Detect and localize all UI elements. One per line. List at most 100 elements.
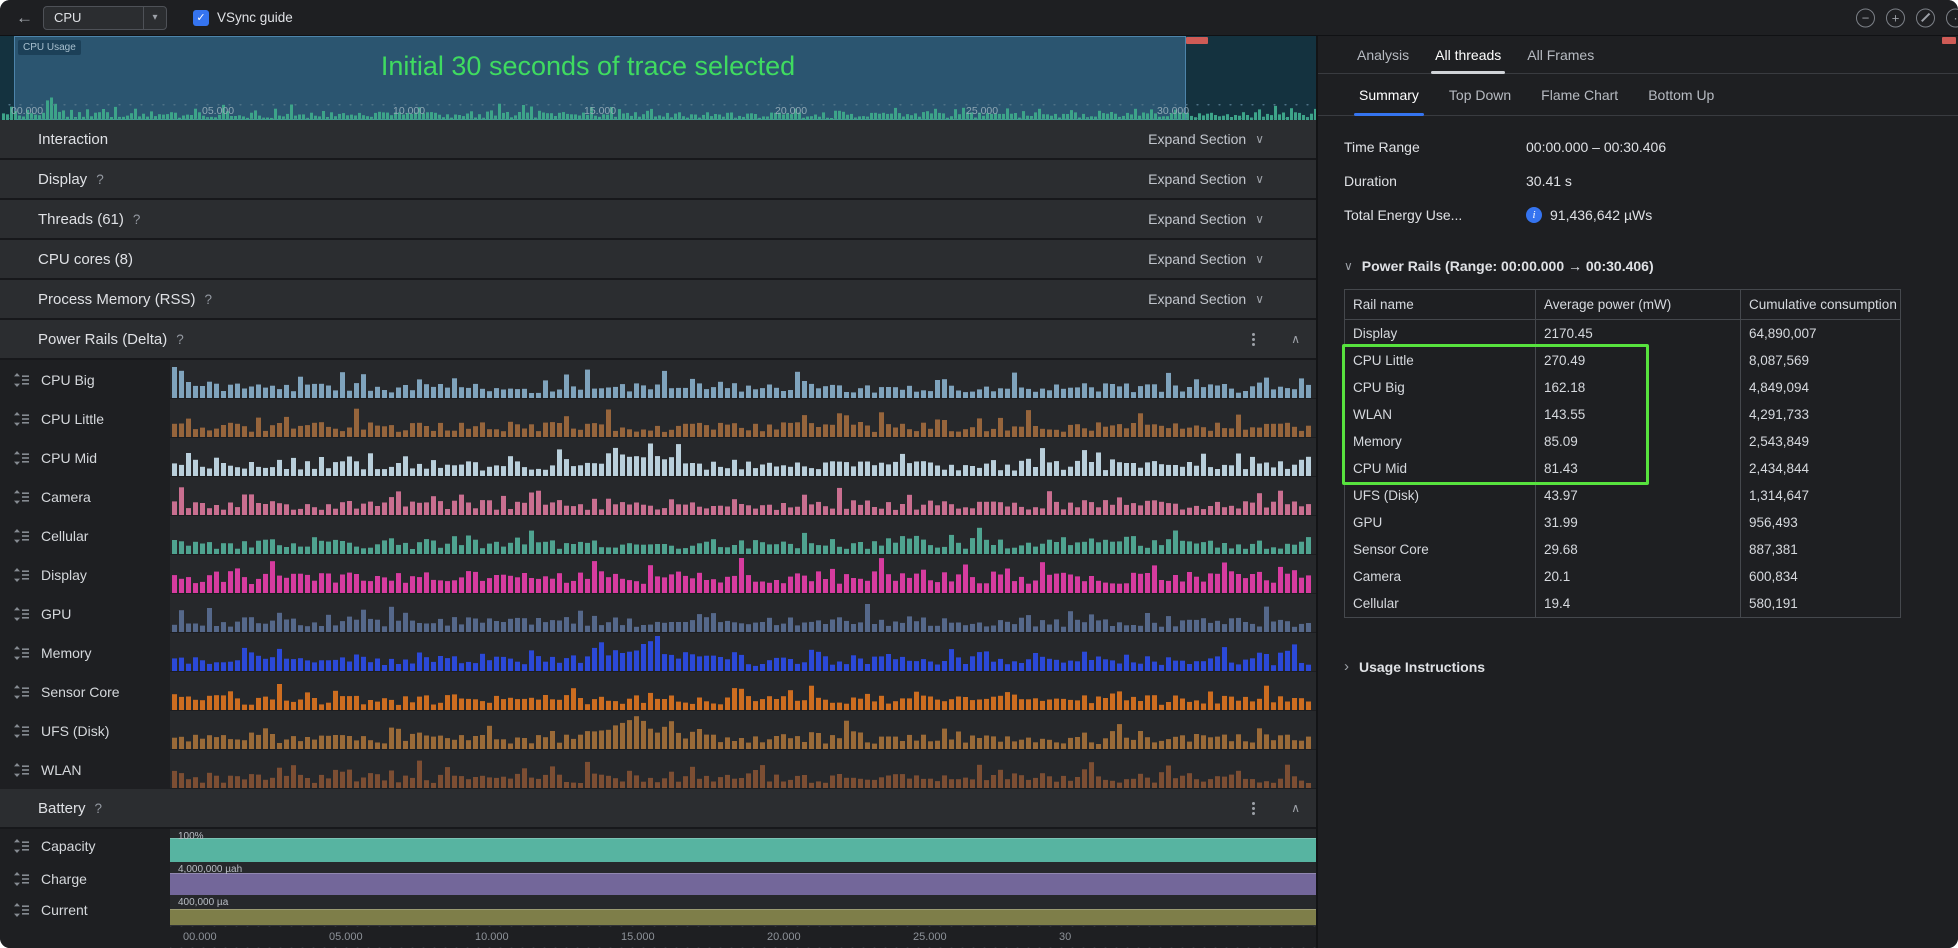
power-rails-range-header[interactable]: ∨ Power Rails (Range: 00:00.000 → 00:30.… (1344, 258, 1958, 274)
section-power-rails-delta[interactable]: Power Rails (Delta) ? ∧ (0, 320, 1316, 360)
info-icon[interactable]: i (1526, 207, 1542, 223)
kebab-menu-icon[interactable] (1252, 807, 1255, 810)
track-label-cell[interactable]: CPU Big (0, 360, 170, 399)
checkbox-checked-icon[interactable]: ✓ (193, 10, 209, 26)
rail-row-display[interactable]: Display2170.4564,890,007 (1345, 320, 1900, 347)
zoom-in-icon[interactable]: + (1886, 8, 1905, 27)
track-chart[interactable] (170, 555, 1316, 594)
back-arrow-icon[interactable]: ← (16, 8, 33, 28)
track-handle-icon (14, 607, 29, 621)
rail-row-memory[interactable]: Memory85.092,543,849 (1345, 428, 1900, 455)
chevron-up-icon[interactable]: ∧ (1291, 332, 1300, 346)
process-selector-dropdown[interactable]: CPU ▾ (43, 6, 167, 30)
cell: Sensor Core (1345, 536, 1535, 563)
subtab-bottom-up[interactable]: Bottom Up (1633, 74, 1729, 115)
tab-all-threads[interactable]: All threads (1422, 36, 1514, 73)
section-interaction[interactable]: Interaction ? Expand Section ∨ (0, 120, 1316, 160)
subtab-summary[interactable]: Summary (1344, 74, 1434, 115)
help-icon[interactable]: ? (176, 332, 184, 347)
section-display[interactable]: Display ? Expand Section ∨ (0, 160, 1316, 200)
track-label-cell[interactable]: Sensor Core (0, 672, 170, 711)
chevron-up-icon[interactable]: ∧ (1291, 801, 1300, 815)
column-header-rail-name[interactable]: Rail name (1345, 290, 1535, 319)
cell: CPU Mid (1345, 455, 1535, 482)
track-chart[interactable]: 400,000 µa (170, 895, 1316, 925)
expand-section-button[interactable]: Expand Section ∨ (1148, 131, 1264, 147)
rail-row-camera[interactable]: Camera20.1600,834 (1345, 563, 1900, 590)
expand-section-button[interactable]: Expand Section ∨ (1148, 251, 1264, 267)
track-label-cell[interactable]: Camera (0, 477, 170, 516)
tab-all-frames[interactable]: All Frames (1514, 36, 1607, 73)
tab-analysis[interactable]: Analysis (1344, 36, 1422, 73)
track-chart[interactable]: 4,000,000 µah (170, 862, 1316, 895)
zoom-reset-icon[interactable] (1916, 8, 1935, 27)
track-label-cell[interactable]: Capacity (0, 829, 170, 862)
summary-value: 91,436,642 µWs (1550, 207, 1652, 223)
track-label-cell[interactable]: CPU Mid (0, 438, 170, 477)
track-handle-icon (14, 903, 29, 917)
rail-row-cpu-little[interactable]: CPU Little270.498,087,569 (1345, 347, 1900, 374)
rail-row-ufs-disk[interactable]: UFS (Disk)43.971,314,647 (1345, 482, 1900, 509)
track-label-cell[interactable]: Display (0, 555, 170, 594)
track-chart[interactable] (170, 399, 1316, 438)
track-label-cell[interactable]: Charge (0, 862, 170, 895)
rail-row-sensor-core[interactable]: Sensor Core29.68887,381 (1345, 536, 1900, 563)
summary-row-time-range: Time Range i 00:00.000 – 00:30.406 (1344, 130, 1932, 164)
help-icon[interactable]: ? (205, 292, 213, 307)
column-header-average-power-mw[interactable]: Average power (mW) (1535, 290, 1740, 319)
help-icon[interactable]: ? (96, 172, 104, 187)
track-chart[interactable] (170, 711, 1316, 750)
zoom-out-icon[interactable]: − (1856, 8, 1875, 27)
rail-row-cpu-mid[interactable]: CPU Mid81.432,434,844 (1345, 455, 1900, 482)
usage-instructions-link[interactable]: › Usage Instructions (1344, 658, 1958, 675)
scrollbar-mark (1186, 37, 1208, 44)
cell: 600,834 (1740, 563, 1900, 590)
tick-label: 25.000 (963, 105, 1001, 117)
help-icon[interactable]: ? (95, 801, 103, 816)
help-icon[interactable]: ? (133, 212, 141, 227)
track-label-cell[interactable]: Memory (0, 633, 170, 672)
subtab-flame-chart[interactable]: Flame Chart (1526, 74, 1633, 115)
section-threads-61[interactable]: Threads (61) ? Expand Section ∨ (0, 200, 1316, 240)
kebab-menu-icon[interactable] (1252, 338, 1255, 341)
track-label-cell[interactable]: CPU Little (0, 399, 170, 438)
track-label-cell[interactable]: Cellular (0, 516, 170, 555)
track-chart[interactable] (170, 516, 1316, 555)
expand-section-button[interactable]: Expand Section ∨ (1148, 291, 1264, 307)
frame-selection-icon[interactable]: · (1946, 8, 1958, 27)
rail-row-cpu-big[interactable]: CPU Big162.184,849,094 (1345, 374, 1900, 401)
track-handle-icon (14, 685, 29, 699)
tick-label: 20.000 (764, 931, 804, 943)
track-chart[interactable] (170, 672, 1316, 711)
track-chart[interactable] (170, 594, 1316, 633)
cell: 4,291,733 (1740, 401, 1900, 428)
expand-section-button[interactable]: Expand Section ∨ (1148, 171, 1264, 187)
rail-row-wlan[interactable]: WLAN143.554,291,733 (1345, 401, 1900, 428)
section-cpu-cores-8[interactable]: CPU cores (8) ? Expand Section ∨ (0, 240, 1316, 280)
track-chart[interactable] (170, 633, 1316, 672)
track-chart[interactable]: 100% (170, 829, 1316, 862)
track-label-cell[interactable]: Current (0, 895, 170, 925)
track-label-cell[interactable]: WLAN (0, 750, 170, 789)
subtab-top-down[interactable]: Top Down (1434, 74, 1526, 115)
section-process-memory-rss[interactable]: Process Memory (RSS) ? Expand Section ∨ (0, 280, 1316, 320)
power-rail-track-cpu-little: CPU Little (0, 399, 1316, 438)
expand-section-button[interactable]: Expand Section ∨ (1148, 211, 1264, 227)
summary-value: 30.41 s (1526, 173, 1572, 189)
track-chart[interactable] (170, 750, 1316, 789)
cpu-usage-track[interactable]: CPU Usage Initial 30 seconds of trace se… (0, 36, 1316, 120)
vsync-guide-label: VSync guide (217, 10, 293, 25)
track-chart[interactable] (170, 438, 1316, 477)
section-battery[interactable]: Battery ? ∧ (0, 789, 1316, 829)
track-chart[interactable] (170, 360, 1316, 399)
cell: 887,381 (1740, 536, 1900, 563)
cpu-usage-label: CPU Usage (18, 40, 81, 55)
track-label-cell[interactable]: GPU (0, 594, 170, 633)
rail-row-cellular[interactable]: Cellular19.4580,191 (1345, 590, 1900, 617)
power-rail-track-wlan: WLAN (0, 750, 1316, 789)
vsync-guide-toggle[interactable]: ✓ VSync guide (193, 10, 293, 26)
column-header-cumulative-consumption[interactable]: Cumulative consumption (1740, 290, 1900, 319)
track-label-cell[interactable]: UFS (Disk) (0, 711, 170, 750)
track-chart[interactable] (170, 477, 1316, 516)
rail-row-gpu[interactable]: GPU31.99956,493 (1345, 509, 1900, 536)
